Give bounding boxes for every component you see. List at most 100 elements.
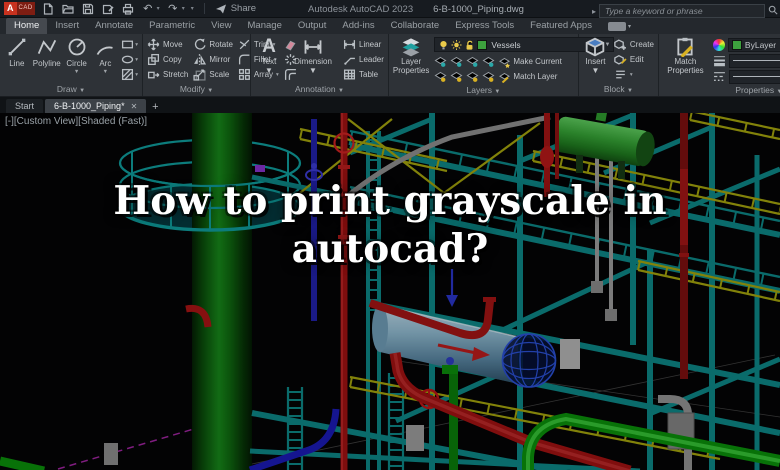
- layer-tool-icon[interactable]: [434, 56, 447, 68]
- tab-add-ins[interactable]: Add-ins: [334, 18, 382, 34]
- close-icon[interactable]: ✕: [131, 102, 138, 111]
- panel-label-layers[interactable]: Layers ▼: [389, 84, 578, 96]
- panel-layers: Layer Properties Vessels ▼ Make Current …: [389, 34, 615, 96]
- drawing-canvas[interactable]: [-][Custom View][Shaded (Fast)] How to p…: [0, 113, 780, 470]
- panel-label-block[interactable]: Block ▼: [579, 83, 658, 96]
- lineweight-icon: [713, 54, 726, 67]
- layer-tool-icon[interactable]: [482, 56, 495, 68]
- undo-dropdown-icon[interactable]: ▾: [157, 5, 160, 12]
- autocad-window: A CAD ↶ ▾ ↷ ▾ ▾ Share Autodesk AutoCAD 2023…: [0, 0, 780, 470]
- new-file-icon[interactable]: [41, 2, 55, 16]
- mirror-button[interactable]: Mirror: [193, 52, 233, 67]
- chevron-down-icon: ▼: [102, 69, 109, 75]
- polyline-button[interactable]: Polyline: [33, 37, 61, 68]
- lineweight-dropdown[interactable]: ByLayer: [728, 53, 780, 68]
- make-current-button[interactable]: Make Current: [498, 56, 562, 68]
- layer-properties-button[interactable]: Layer Properties: [393, 37, 429, 75]
- tab-parametric[interactable]: Parametric: [141, 18, 203, 34]
- linear-button[interactable]: Linear: [343, 37, 384, 52]
- chevron-down-icon: ▼: [309, 66, 317, 75]
- undo-icon[interactable]: ↶: [141, 2, 155, 16]
- start-tab[interactable]: Start: [6, 99, 44, 113]
- panel-label-modify[interactable]: Modify ▼: [143, 83, 250, 96]
- text-button[interactable]: A Text ▼: [255, 36, 283, 76]
- circle-button[interactable]: Circle ▼: [64, 37, 90, 75]
- document-tab[interactable]: 6-B-1000_Piping* ✕: [45, 99, 147, 113]
- layer-tool-icon[interactable]: [466, 56, 479, 68]
- hatch-button[interactable]: ▾: [121, 68, 138, 81]
- viewport-controls[interactable]: [-][Custom View][Shaded (Fast)]: [5, 116, 147, 127]
- separator: [203, 3, 205, 14]
- redo-dropdown-icon[interactable]: ▾: [182, 5, 185, 12]
- panel-annotation: A Text ▼ Dimension ▼ Linear Leader Table…: [251, 34, 389, 96]
- redo-icon[interactable]: ↷: [166, 2, 180, 16]
- block-attributes-button[interactable]: ▾: [614, 67, 654, 82]
- share-button[interactable]: Share: [215, 3, 256, 15]
- tab-output[interactable]: Output: [290, 18, 335, 34]
- search-icon[interactable]: [768, 2, 778, 20]
- tab-view[interactable]: View: [203, 18, 239, 34]
- layer-color-swatch[interactable]: [477, 39, 488, 50]
- rotate-button[interactable]: Rotate: [193, 37, 233, 52]
- rectangle-button[interactable]: ▾: [121, 38, 138, 51]
- panel-label-draw[interactable]: Draw ▼: [0, 83, 142, 96]
- save-icon[interactable]: [81, 2, 95, 16]
- sun-icon[interactable]: [451, 39, 462, 51]
- table-button[interactable]: Table: [343, 67, 384, 82]
- create-block-button[interactable]: Create: [614, 37, 654, 52]
- edit-block-button[interactable]: Edit: [614, 52, 654, 67]
- video-title-overlay: How to print grayscale in autocad?: [0, 177, 780, 273]
- stretch-button[interactable]: Stretch: [147, 67, 188, 82]
- match-properties-button[interactable]: Match Properties: [663, 37, 708, 75]
- layer-tool-icon[interactable]: [450, 56, 463, 68]
- layer-tool-icon[interactable]: [466, 71, 479, 83]
- tab-express-tools[interactable]: Express Tools: [447, 18, 522, 34]
- line-button[interactable]: Line: [4, 37, 30, 68]
- linetype-dropdown[interactable]: ByLayer: [728, 69, 780, 84]
- layer-tool-icon[interactable]: [482, 71, 495, 83]
- arc-button[interactable]: Arc ▼: [92, 37, 118, 75]
- leader-button[interactable]: Leader: [343, 52, 384, 67]
- unlock-icon[interactable]: [464, 39, 475, 51]
- layer-tool-icon[interactable]: [450, 71, 463, 83]
- title-bar: A CAD ↶ ▾ ↷ ▾ ▾ Share Autodesk AutoCAD 2023…: [0, 0, 780, 18]
- save-as-icon[interactable]: [101, 2, 115, 16]
- panel-draw: Line Polyline Circle ▼ Arc ▼ ▾ ▾ ▾ Draw ▼: [0, 34, 143, 96]
- copy-button[interactable]: Copy: [147, 52, 188, 67]
- layer-tool-icon[interactable]: [434, 71, 447, 83]
- new-drawing-tab-button[interactable]: +: [148, 100, 162, 113]
- tab-collaborate[interactable]: Collaborate: [383, 18, 448, 34]
- tab-annotate[interactable]: Annotate: [87, 18, 141, 34]
- search-input[interactable]: [603, 5, 761, 17]
- title-line-2: autocad?: [291, 226, 489, 272]
- ellipse-button[interactable]: ▾: [121, 53, 138, 66]
- ribbon: Line Polyline Circle ▼ Arc ▼ ▾ ▾ ▾ Draw ▼ …: [0, 34, 780, 97]
- match-layer-button[interactable]: Match Layer: [498, 71, 557, 83]
- infocenter-collapse-icon[interactable]: ▸: [592, 7, 596, 16]
- ribbon-toggle-icon: [607, 22, 626, 31]
- chevron-down-icon: ▾: [627, 24, 631, 30]
- panel-label-properties[interactable]: Properties ▼: [659, 84, 780, 96]
- dark-overlay: [0, 113, 780, 470]
- bulb-icon[interactable]: [438, 39, 449, 51]
- ribbon-display-toggle[interactable]: ▾: [607, 22, 631, 31]
- panel-label-annotation[interactable]: Annotation ▼: [251, 83, 388, 96]
- object-color-dropdown[interactable]: ByLayer▼: [727, 37, 780, 52]
- tab-featured-apps[interactable]: Featured Apps: [522, 18, 600, 34]
- qat-customize-icon[interactable]: ▾: [191, 5, 194, 12]
- title-line-1: How to print grayscale in: [113, 178, 667, 224]
- infocenter: ▸: [592, 2, 778, 20]
- dimension-button[interactable]: Dimension ▼: [289, 37, 337, 75]
- move-button[interactable]: Move: [147, 37, 188, 52]
- insert-block-button[interactable]: Insert ▼: [583, 37, 608, 75]
- document-name: 6-B-1000_Piping.dwg: [433, 3, 524, 15]
- tab-home[interactable]: Home: [6, 18, 48, 34]
- tab-manage[interactable]: Manage: [240, 18, 290, 34]
- autocad-logo[interactable]: A CAD: [4, 2, 35, 15]
- plot-icon[interactable]: [121, 2, 135, 16]
- open-folder-icon[interactable]: [61, 2, 75, 16]
- color-wheel-icon[interactable]: [712, 38, 725, 51]
- text-icon: A: [262, 36, 276, 57]
- scale-button[interactable]: Scale: [193, 67, 233, 82]
- tab-insert[interactable]: Insert: [47, 18, 87, 34]
